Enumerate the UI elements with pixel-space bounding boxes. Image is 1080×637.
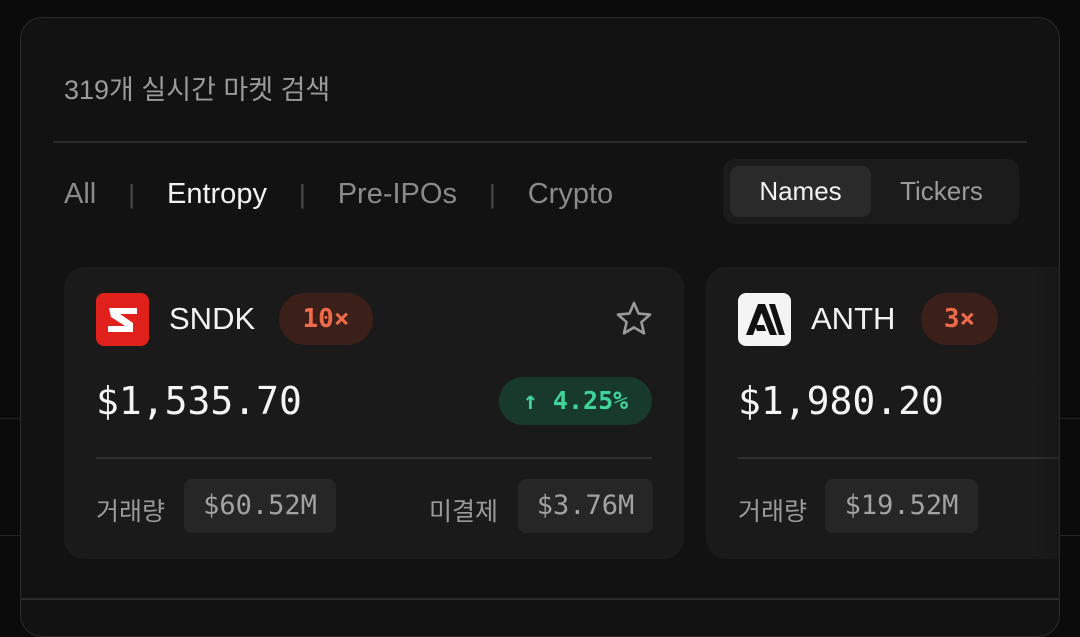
- search-input[interactable]: 319개 실시간 마켓 검색: [64, 68, 330, 107]
- market-card-sndk[interactable]: SNDK 10× $1,535.70 ↑ 4.25% 거래량 $60.52M 미…: [64, 267, 684, 559]
- market-price: $1,535.70: [96, 379, 302, 423]
- leverage-badge: 3×: [921, 293, 998, 345]
- sndk-logo-icon: [96, 293, 149, 346]
- market-ticker: ANTH: [811, 301, 896, 336]
- toggle-tickers[interactable]: Tickers: [871, 166, 1012, 217]
- filter-separator: |: [488, 178, 496, 209]
- market-search-panel: 319개 실시간 마켓 검색 All | Entropy | Pre-IPOs …: [20, 17, 1060, 637]
- arrow-up-icon: ↑: [522, 386, 538, 415]
- filter-entropy[interactable]: Entropy: [167, 178, 267, 211]
- bottom-divider: [21, 598, 1059, 600]
- names-tickers-toggle: Names Tickers: [723, 159, 1019, 224]
- market-price: $1,980.20: [738, 379, 944, 423]
- filter-crypto[interactable]: Crypto: [528, 178, 613, 211]
- filter-all[interactable]: All: [64, 178, 96, 211]
- market-ticker: SNDK: [169, 301, 256, 336]
- price-change-badge: ↑ 4.25%: [499, 377, 652, 425]
- price-change-value: 4.25%: [552, 386, 629, 415]
- card-divider: [96, 457, 652, 459]
- filter-separator: |: [298, 178, 306, 209]
- open-interest-label: 미결제: [429, 498, 499, 526]
- open-interest-value: $3.76M: [518, 479, 653, 533]
- market-card-anth[interactable]: ANTH 3× $1,980.20 거래량 $19.52M: [706, 267, 1059, 559]
- leverage-badge: 10×: [279, 293, 373, 345]
- card-divider: [738, 457, 1059, 459]
- volume-label: 거래량: [738, 498, 808, 526]
- volume-label: 거래량: [96, 498, 166, 526]
- anthropic-logo-icon: [738, 293, 791, 346]
- filter-separator: |: [128, 178, 135, 209]
- scroll-fade: [1031, 267, 1059, 559]
- background-rule: [1060, 535, 1080, 536]
- filter-pre-ipos[interactable]: Pre-IPOs: [338, 178, 457, 211]
- volume-value: $60.52M: [184, 479, 336, 533]
- star-icon[interactable]: [612, 297, 656, 341]
- divider: [53, 141, 1027, 143]
- background-rule: [1060, 418, 1080, 419]
- category-filters: All | Entropy | Pre-IPOs | Crypto: [64, 174, 613, 214]
- background-rule: [0, 535, 20, 536]
- volume-value: $19.52M: [825, 479, 978, 533]
- toggle-names[interactable]: Names: [730, 166, 871, 217]
- background-rule: [0, 418, 20, 419]
